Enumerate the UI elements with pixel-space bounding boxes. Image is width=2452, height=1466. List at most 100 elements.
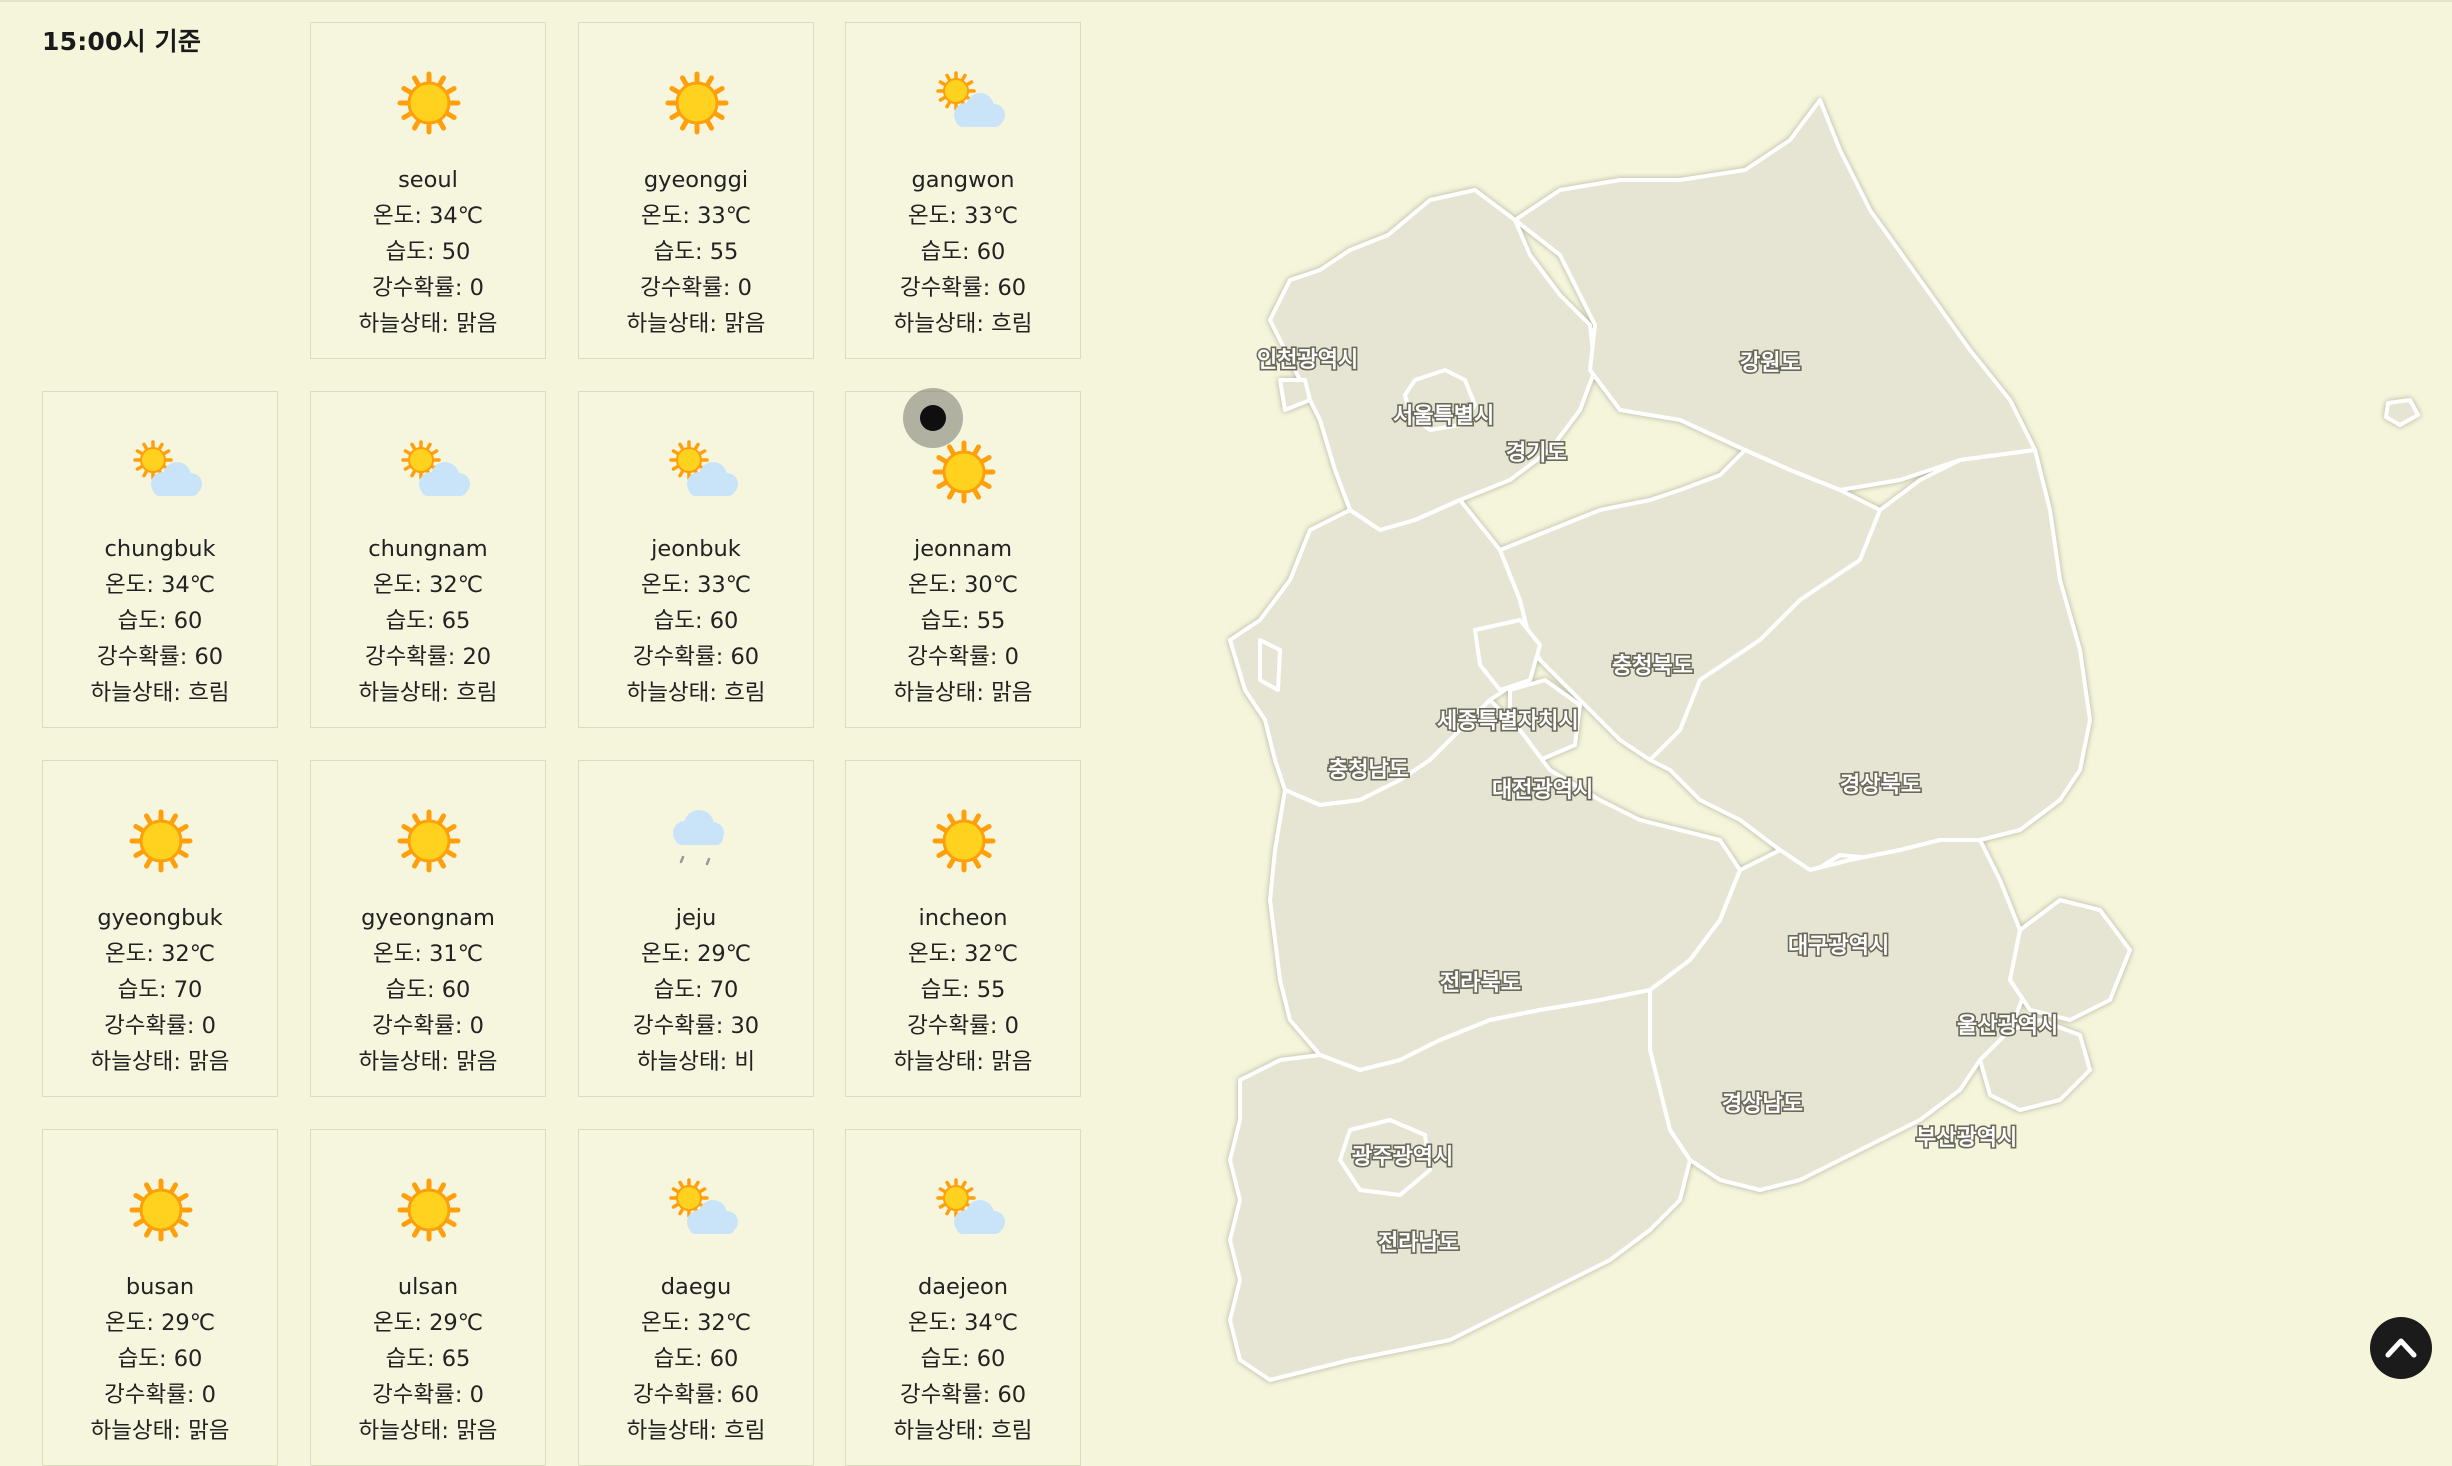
sun-icon xyxy=(369,63,489,143)
humidity-value: 습도: 60 xyxy=(653,1346,739,1372)
weather-card-incheon: incheon 온도: 32℃ 습도: 55 강수확률: 0 하늘상태: 맑음 xyxy=(845,760,1081,1097)
sun-icon xyxy=(101,1170,221,1250)
sky-status-value: 하늘상태: 흐림 xyxy=(626,680,766,706)
sky-status-value: 하늘상태: 맑음 xyxy=(893,1049,1033,1075)
region-gangwon[interactable] xyxy=(1513,98,2037,492)
partly-cloudy-icon xyxy=(637,1170,757,1250)
region-jeonnam[interactable] xyxy=(1228,988,1692,1382)
rain-probability-value: 강수확률: 0 xyxy=(907,1013,1019,1039)
rain-probability-value: 강수확률: 0 xyxy=(907,644,1019,670)
korea-map: 인천광역시 서울특별시 경기도 강원도 충청북도 세종특별자치시 충청남도 대전… xyxy=(1200,80,2440,1413)
label-busan: 부산광역시 xyxy=(1916,1126,2017,1151)
label-chungnam: 충청남도 xyxy=(1328,758,1409,783)
region-name: jeju xyxy=(675,905,717,931)
temperature-value: 온도: 30℃ xyxy=(907,572,1019,598)
humidity-value: 습도: 65 xyxy=(385,608,471,634)
humidity-value: 습도: 55 xyxy=(920,977,1006,1003)
temperature-value: 온도: 34℃ xyxy=(372,203,484,229)
temperature-value: 온도: 29℃ xyxy=(104,1310,216,1336)
rain-probability-value: 강수확률: 20 xyxy=(364,644,492,670)
rain-probability-value: 강수확률: 0 xyxy=(372,1382,484,1408)
partly-cloudy-icon xyxy=(904,1170,1024,1250)
region-name: daejeon xyxy=(917,1274,1009,1300)
temperature-value: 온도: 34℃ xyxy=(907,1310,1019,1336)
rain-probability-value: 강수확률: 60 xyxy=(899,1382,1027,1408)
weather-card-gyeongnam: gyeongnam 온도: 31℃ 습도: 60 강수확률: 0 하늘상태: 맑음 xyxy=(310,760,546,1097)
humidity-value: 습도: 60 xyxy=(920,239,1006,265)
chevron-up-icon xyxy=(2385,1338,2417,1358)
humidity-value: 습도: 60 xyxy=(920,1346,1006,1372)
region-name: gangwon xyxy=(911,167,1015,193)
rain-probability-value: 강수확률: 0 xyxy=(372,275,484,301)
sky-status-value: 하늘상태: 맑음 xyxy=(90,1418,230,1444)
sky-status-value: 하늘상태: 흐림 xyxy=(893,1418,1033,1444)
weather-card-gyeongbuk: gyeongbuk 온도: 32℃ 습도: 70 강수확률: 0 하늘상태: 맑음 xyxy=(42,760,278,1097)
rain-probability-value: 강수확률: 30 xyxy=(632,1013,760,1039)
weather-card-chungnam: chungnam 온도: 32℃ 습도: 65 강수확률: 20 하늘상태: 흐림 xyxy=(310,391,546,728)
temperature-value: 온도: 32℃ xyxy=(907,941,1019,967)
sky-status-value: 하늘상태: 흐림 xyxy=(358,680,498,706)
label-gyeongnam: 경상남도 xyxy=(1722,1092,1803,1117)
temperature-value: 온도: 32℃ xyxy=(104,941,216,967)
sun-icon xyxy=(101,801,221,881)
sky-status-value: 하늘상태: 흐림 xyxy=(893,311,1033,337)
label-gangwon: 강원도 xyxy=(1740,351,1801,376)
region-name: gyeongnam xyxy=(361,905,495,931)
rain-probability-value: 강수확률: 0 xyxy=(640,275,752,301)
label-daejeon: 대전광역시 xyxy=(1492,778,1593,803)
temperature-value: 온도: 29℃ xyxy=(640,941,752,967)
label-incheon: 인천광역시 xyxy=(1257,348,1358,373)
weather-card-jeonnam: jeonnam 온도: 30℃ 습도: 55 강수확률: 0 하늘상태: 맑음 xyxy=(845,391,1081,728)
island-ulleung xyxy=(2384,398,2420,427)
sky-status-value: 하늘상태: 비 xyxy=(636,1049,756,1075)
weather-card-daejeon: daejeon 온도: 34℃ 습도: 60 강수확률: 60 하늘상태: 흐림 xyxy=(845,1129,1081,1466)
rain-probability-value: 강수확률: 60 xyxy=(96,644,224,670)
weather-card-busan: busan 온도: 29℃ 습도: 60 강수확률: 0 하늘상태: 맑음 xyxy=(42,1129,278,1466)
temperature-value: 온도: 32℃ xyxy=(372,572,484,598)
region-name: gyeonggi xyxy=(643,167,749,193)
sun-icon xyxy=(369,801,489,881)
label-daegu: 대구광역시 xyxy=(1788,934,1889,959)
region-name: busan xyxy=(125,1274,195,1300)
partly-cloudy-icon xyxy=(101,432,221,512)
humidity-value: 습도: 60 xyxy=(385,977,471,1003)
sky-status-value: 하늘상태: 맑음 xyxy=(358,1418,498,1444)
weather-card-jeonbuk: jeonbuk 온도: 33℃ 습도: 60 강수확률: 60 하늘상태: 흐림 xyxy=(578,391,814,728)
temperature-value: 온도: 33℃ xyxy=(640,203,752,229)
region-name: jeonnam xyxy=(913,536,1013,562)
humidity-value: 습도: 50 xyxy=(385,239,471,265)
label-jeonbuk: 전라북도 xyxy=(1440,971,1521,996)
weather-card-ulsan: ulsan 온도: 29℃ 습도: 65 강수확률: 0 하늘상태: 맑음 xyxy=(310,1129,546,1466)
temperature-value: 온도: 29℃ xyxy=(372,1310,484,1336)
sky-status-value: 하늘상태: 맑음 xyxy=(893,680,1033,706)
humidity-value: 습도: 55 xyxy=(653,239,739,265)
weather-card-seoul: seoul 온도: 34℃ 습도: 50 강수확률: 0 하늘상태: 맑음 xyxy=(310,22,546,359)
weather-card-jeju: jeju 온도: 29℃ 습도: 70 강수확률: 30 하늘상태: 비 xyxy=(578,760,814,1097)
humidity-value: 습도: 65 xyxy=(385,1346,471,1372)
label-sejong: 세종특별자치시 xyxy=(1437,709,1579,734)
label-jeonnam: 전라남도 xyxy=(1378,1231,1459,1256)
cursor-indicator xyxy=(903,388,963,448)
label-seoul: 서울특별시 xyxy=(1393,404,1494,429)
temperature-value: 온도: 33℃ xyxy=(640,572,752,598)
island-west xyxy=(1278,378,1312,412)
region-name: jeonbuk xyxy=(651,536,741,562)
label-gwangju: 광주광역시 xyxy=(1352,1145,1453,1170)
top-divider xyxy=(0,0,2452,2)
sky-status-value: 하늘상태: 맑음 xyxy=(626,311,766,337)
rain-cloud-icon xyxy=(637,801,757,881)
humidity-value: 습도: 70 xyxy=(117,977,203,1003)
region-name: chungnam xyxy=(368,536,488,562)
scroll-to-top-button[interactable] xyxy=(2370,1317,2432,1379)
sun-icon xyxy=(637,63,757,143)
temperature-value: 온도: 34℃ xyxy=(104,572,216,598)
humidity-value: 습도: 70 xyxy=(653,977,739,1003)
humidity-value: 습도: 55 xyxy=(920,608,1006,634)
rain-probability-value: 강수확률: 0 xyxy=(372,1013,484,1039)
sun-icon xyxy=(904,801,1024,881)
weather-card-chungbuk: chungbuk 온도: 34℃ 습도: 60 강수확률: 60 하늘상태: 흐림 xyxy=(42,391,278,728)
region-ulsan[interactable] xyxy=(2008,898,2132,1022)
time-label: 15:00시 기준 xyxy=(42,27,202,56)
rain-probability-value: 강수확률: 0 xyxy=(104,1382,216,1408)
rain-probability-value: 강수확률: 60 xyxy=(632,644,760,670)
